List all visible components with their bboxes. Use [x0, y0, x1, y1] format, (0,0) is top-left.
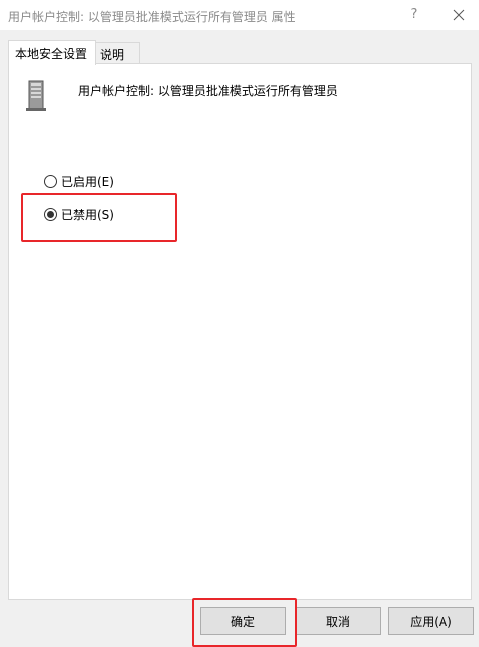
- tab-panel: [8, 63, 472, 600]
- option-enabled[interactable]: 已启用(E): [44, 173, 114, 190]
- tab-local-security-setting[interactable]: 本地安全设置: [8, 40, 96, 65]
- server-tower-icon: [20, 80, 52, 112]
- option-disabled[interactable]: 已禁用(S): [44, 206, 114, 223]
- help-button[interactable]: ?: [402, 3, 426, 27]
- policy-title: 用户帐户控制: 以管理员批准模式运行所有管理员: [78, 84, 338, 98]
- tab-explain[interactable]: 说明: [95, 42, 140, 64]
- window-title: 用户帐户控制: 以管理员批准模式运行所有管理员 属性: [8, 10, 296, 24]
- ok-button[interactable]: 确定: [200, 607, 286, 635]
- option-enabled-label: 已启用(E): [61, 175, 114, 189]
- radio-enabled[interactable]: [44, 175, 57, 188]
- cancel-button[interactable]: 取消: [295, 607, 381, 635]
- radio-selected-dot: [47, 211, 54, 218]
- tab-label: 本地安全设置: [15, 47, 88, 61]
- option-disabled-label: 已禁用(S): [61, 208, 114, 222]
- tab-label: 说明: [100, 48, 125, 62]
- apply-button[interactable]: 应用(A): [388, 607, 474, 635]
- close-icon[interactable]: [447, 3, 471, 27]
- title-bar: 用户帐户控制: 以管理员批准模式运行所有管理员 属性 ?: [0, 0, 479, 30]
- radio-disabled[interactable]: [44, 208, 57, 221]
